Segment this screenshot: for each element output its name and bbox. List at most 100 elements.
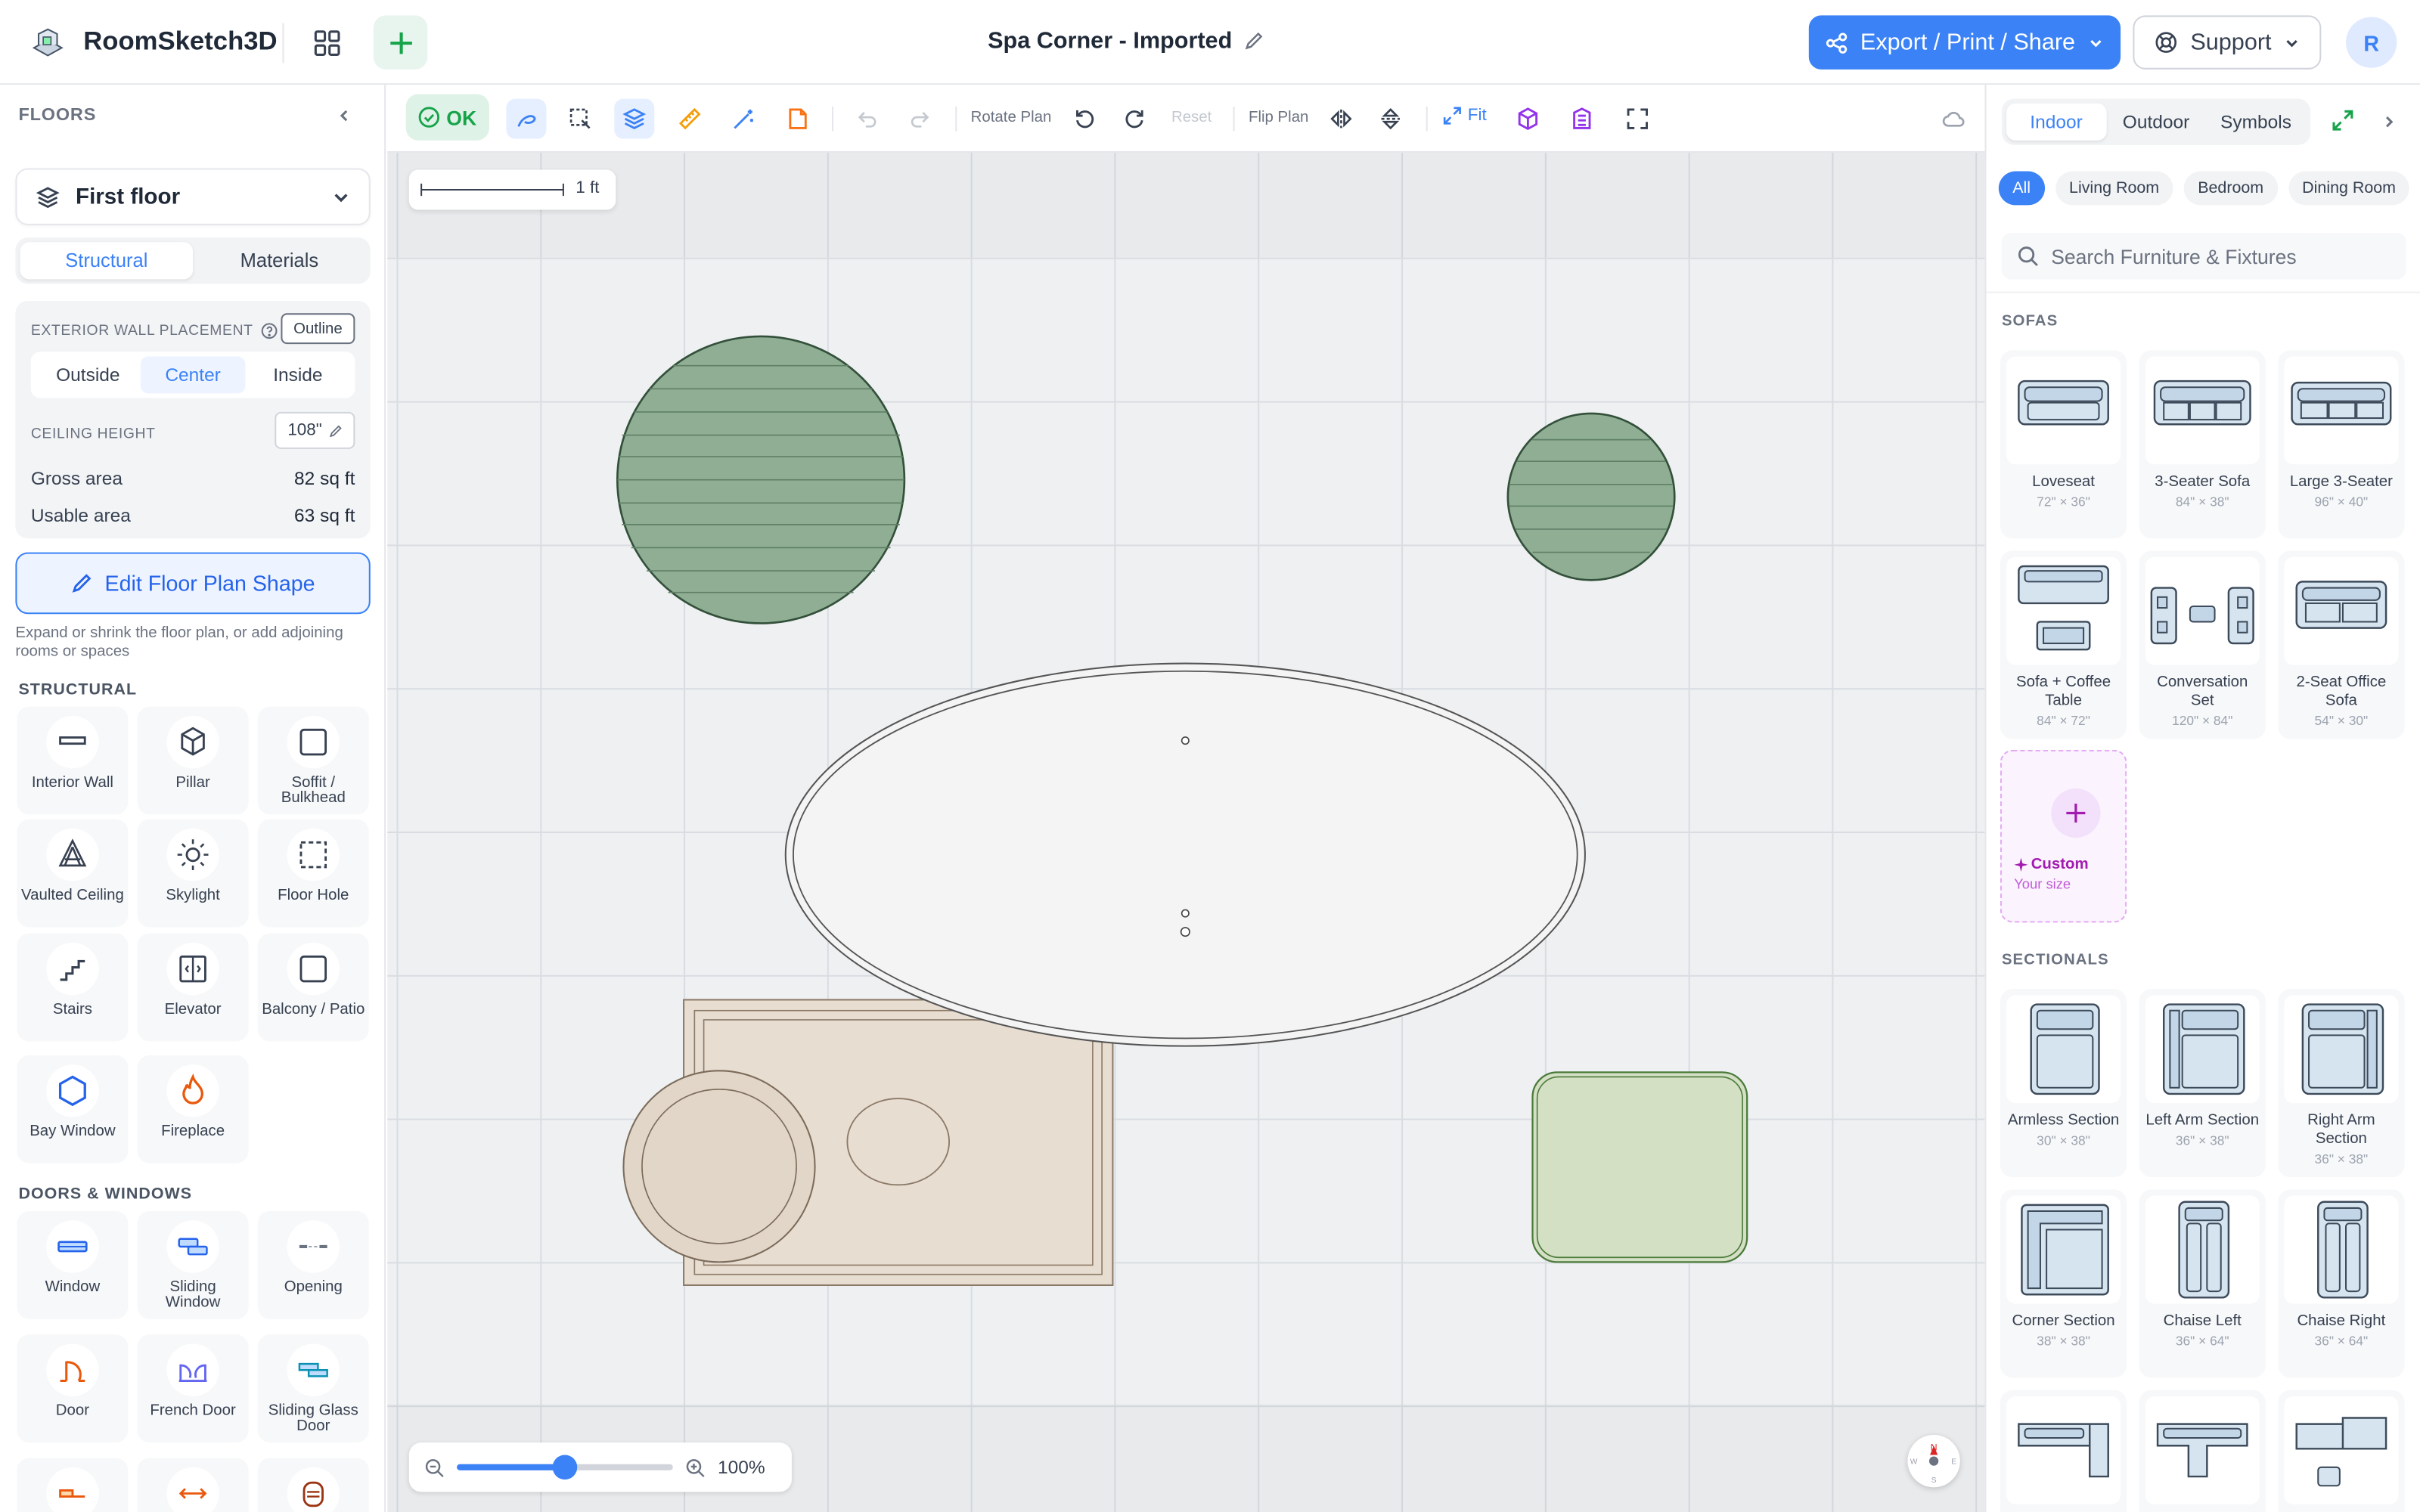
structural-skylight-tile[interactable]: Skylight bbox=[137, 819, 249, 928]
notes-tool-button[interactable] bbox=[778, 99, 818, 139]
doors-window-tile[interactable]: Window bbox=[17, 1211, 129, 1319]
ceiling-height-field[interactable]: 108" bbox=[275, 411, 355, 449]
structural-fireplace-tile[interactable]: Fireplace bbox=[137, 1055, 249, 1163]
sectional-left-arm-section-card[interactable]: Left Arm Section 36" × 38" bbox=[2139, 989, 2266, 1178]
tab-indoor[interactable]: Indoor bbox=[2006, 103, 2107, 141]
tab-outdoor[interactable]: Outdoor bbox=[2106, 104, 2206, 141]
sectional-armless-section-card[interactable]: Armless Section 30" × 38" bbox=[2000, 989, 2127, 1178]
help-icon[interactable] bbox=[261, 323, 278, 339]
doors-tile-partial[interactable] bbox=[137, 1458, 249, 1512]
new-project-button[interactable] bbox=[373, 15, 428, 70]
sectional-partial-card[interactable] bbox=[2000, 1390, 2127, 1512]
outline-button[interactable]: Outline bbox=[281, 313, 355, 345]
compass[interactable]: N S E W bbox=[1907, 1434, 1960, 1488]
sofa-2-seat-office-sofa-thumbnail bbox=[2284, 556, 2399, 665]
sofa-large-3-seater-card[interactable]: Large 3-Seater 96" × 40" bbox=[2278, 350, 2405, 539]
doors-french-door-tile[interactable]: French Door bbox=[137, 1334, 249, 1443]
ok-button[interactable]: OK bbox=[405, 94, 489, 141]
tab-structural[interactable]: Structural bbox=[20, 242, 194, 280]
rotate-right-button[interactable] bbox=[1114, 99, 1154, 139]
bathtub[interactable] bbox=[622, 999, 1114, 1287]
sectional-chaise-left-card[interactable]: Chaise Left 36" × 64" bbox=[2139, 1189, 2266, 1378]
custom-size-card[interactable]: Custom Your size bbox=[2000, 749, 2127, 923]
doors-door-tile[interactable]: Door bbox=[17, 1334, 129, 1443]
chip-all[interactable]: All bbox=[1998, 171, 2045, 206]
zoom-slider[interactable] bbox=[457, 1455, 673, 1480]
flip-horizontal-button[interactable] bbox=[1321, 99, 1361, 139]
wall-option-inside[interactable]: Inside bbox=[245, 356, 350, 393]
sectional-armless-section-dimensions: 30" × 38" bbox=[2037, 1132, 2090, 1148]
doors-tile-partial[interactable] bbox=[17, 1458, 129, 1512]
pencil-icon[interactable] bbox=[1245, 31, 1265, 51]
zoom-slider-thumb[interactable] bbox=[552, 1455, 578, 1480]
collapse-panel-icon[interactable] bbox=[337, 105, 352, 129]
select-tool-button[interactable] bbox=[560, 99, 600, 139]
collapse-right-panel-button[interactable] bbox=[2381, 111, 2397, 139]
structural-floor-hole-tile[interactable]: Floor Hole bbox=[257, 819, 369, 928]
cloud-sync-button[interactable] bbox=[1934, 99, 1974, 139]
measure-tool-button[interactable] bbox=[670, 99, 710, 139]
tab-symbols[interactable]: Symbols bbox=[2206, 104, 2306, 141]
floor-plan-canvas[interactable]: 1 ft 100% N S E W bbox=[387, 153, 1985, 1512]
expand-panel-button[interactable] bbox=[2332, 110, 2354, 139]
furniture-search[interactable]: Search Furniture & Fixtures bbox=[2001, 233, 2406, 280]
oval-pool[interactable] bbox=[784, 662, 1586, 1047]
balcony-icon bbox=[287, 942, 340, 996]
doors-sliding-window-tile[interactable]: Sliding Window bbox=[137, 1211, 249, 1319]
wall-option-center[interactable]: Center bbox=[140, 356, 246, 394]
structural-soffit-label: Soffit / Bulkhead bbox=[281, 774, 346, 807]
sectional-partial-card[interactable] bbox=[2278, 1390, 2405, 1512]
doors-sliding-glass-door-tile[interactable]: Sliding Glass Door bbox=[257, 1334, 369, 1443]
avatar[interactable]: R bbox=[2346, 17, 2397, 68]
structural-bay-window-tile[interactable]: Bay Window bbox=[17, 1055, 129, 1163]
sectional-corner-section-card[interactable]: Corner Section 38" × 38" bbox=[2000, 1189, 2127, 1378]
structural-stairs-tile[interactable]: Stairs bbox=[17, 933, 129, 1042]
chip-bedroom[interactable]: Bedroom bbox=[2183, 171, 2278, 206]
structural-interior-wall-tile[interactable]: Interior Wall bbox=[17, 706, 129, 815]
structural-vaulted-ceiling-tile[interactable]: Vaulted Ceiling bbox=[17, 819, 129, 928]
zoom-in-icon[interactable] bbox=[685, 1458, 706, 1478]
fit-button[interactable]: Fit bbox=[1443, 107, 1487, 125]
sectional-right-arm-section-card[interactable]: Right Arm Section 36" × 38" bbox=[2278, 989, 2405, 1178]
sofa-3-seater-sofa-card[interactable]: 3-Seater Sofa 84" × 38" bbox=[2139, 350, 2266, 539]
export-print-share-button[interactable]: Export / Print / Share bbox=[1808, 15, 2121, 70]
sofa-conversation-set-card[interactable]: Conversation Set 120" × 84" bbox=[2139, 550, 2266, 739]
structural-pillar-tile[interactable]: Pillar bbox=[137, 706, 249, 815]
edit-floor-plan-shape-button[interactable]: Edit Floor Plan Shape bbox=[15, 552, 371, 615]
3d-view-button[interactable] bbox=[1508, 99, 1548, 139]
building-view-button[interactable] bbox=[1562, 99, 1602, 139]
chip-living-room[interactable]: Living Room bbox=[2055, 171, 2173, 206]
redo-button[interactable] bbox=[900, 99, 940, 139]
sofa-2-seat-office-sofa-card[interactable]: 2-Seat Office Sofa 54" × 30" bbox=[2278, 550, 2405, 739]
plant-large[interactable] bbox=[616, 335, 906, 624]
plant-small[interactable] bbox=[1506, 412, 1676, 581]
floors-panel-title: FLOORS bbox=[18, 106, 97, 125]
wall-option-outside[interactable]: Outside bbox=[36, 356, 141, 393]
fullscreen-button[interactable] bbox=[1618, 99, 1658, 139]
doors-opening-tile[interactable]: Opening bbox=[257, 1211, 369, 1319]
magic-tool-button[interactable] bbox=[724, 99, 764, 139]
brand[interactable]: RoomSketch3D bbox=[28, 22, 278, 62]
zoom-out-icon[interactable] bbox=[424, 1458, 445, 1478]
sectional-chaise-right-card[interactable]: Chaise Right 36" × 64" bbox=[2278, 1189, 2405, 1378]
sofa-sofa-coffee-table-card[interactable]: Sofa + Coffee Table 84" × 72" bbox=[2000, 550, 2127, 739]
chip-dining-room[interactable]: Dining Room bbox=[2288, 171, 2410, 206]
sofa-loveseat-card[interactable]: Loveseat 72" × 36" bbox=[2000, 350, 2127, 539]
support-button[interactable]: Support bbox=[2133, 15, 2322, 70]
document-title[interactable]: Spa Corner - Imported bbox=[988, 28, 1264, 54]
tab-materials[interactable]: Materials bbox=[193, 242, 366, 279]
structural-elevator-tile[interactable]: Elevator bbox=[137, 933, 249, 1042]
structural-soffit-tile[interactable]: Soffit / Bulkhead bbox=[257, 706, 369, 815]
floor-selector[interactable]: First floor bbox=[15, 168, 371, 225]
draw-tool-button[interactable] bbox=[506, 98, 547, 139]
doors-tile-partial[interactable] bbox=[257, 1458, 369, 1512]
layers-tool-button[interactable] bbox=[614, 98, 655, 139]
reset-rotation-button[interactable]: Reset bbox=[1171, 110, 1212, 126]
rotate-left-button[interactable] bbox=[1065, 99, 1105, 139]
structural-balcony-tile[interactable]: Balcony / Patio bbox=[257, 933, 369, 1042]
green-mat[interactable] bbox=[1531, 1071, 1748, 1263]
sectional-partial-card[interactable] bbox=[2139, 1390, 2266, 1512]
flip-vertical-button[interactable] bbox=[1370, 99, 1410, 139]
dashboard-grid-button[interactable] bbox=[306, 22, 349, 65]
undo-button[interactable] bbox=[847, 99, 887, 139]
